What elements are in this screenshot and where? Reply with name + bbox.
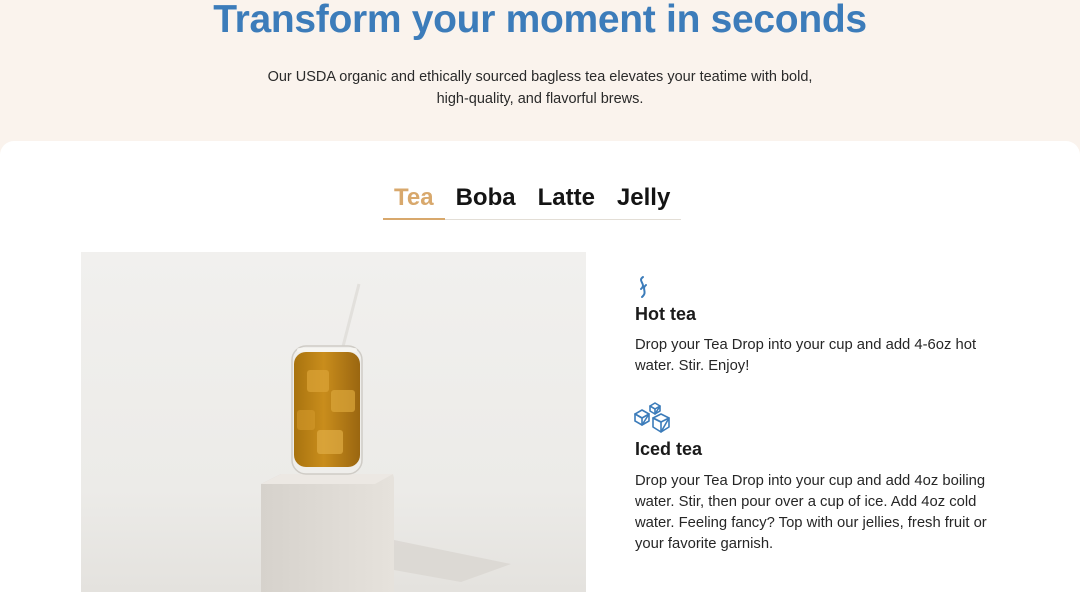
preparation-tabs: Tea Boba Latte Jelly	[383, 182, 682, 220]
ice-cubes-icon	[633, 402, 671, 439]
steam-icon	[633, 275, 651, 306]
hero-section: Transform your moment in seconds Our USD…	[0, 0, 1080, 150]
iced-tea-title: Iced tea	[635, 439, 703, 459]
hot-tea-instructions: Drop your Tea Drop into your cup and add…	[635, 337, 977, 374]
hot-tea-title: Hot tea	[635, 304, 697, 324]
iced-tea-glass-image	[81, 252, 586, 592]
iced-tea-instructions: Drop your Tea Drop into your cup and add…	[635, 473, 987, 552]
page-title: Transform your moment in seconds	[213, 0, 867, 41]
tab-latte[interactable]: Latte	[527, 182, 606, 220]
tab-boba[interactable]: Boba	[445, 182, 527, 220]
tab-tea[interactable]: Tea	[383, 182, 445, 220]
tab-jelly[interactable]: Jelly	[606, 182, 681, 220]
hero-subtitle: Our USDA organic and ethically sourced b…	[267, 69, 813, 107]
